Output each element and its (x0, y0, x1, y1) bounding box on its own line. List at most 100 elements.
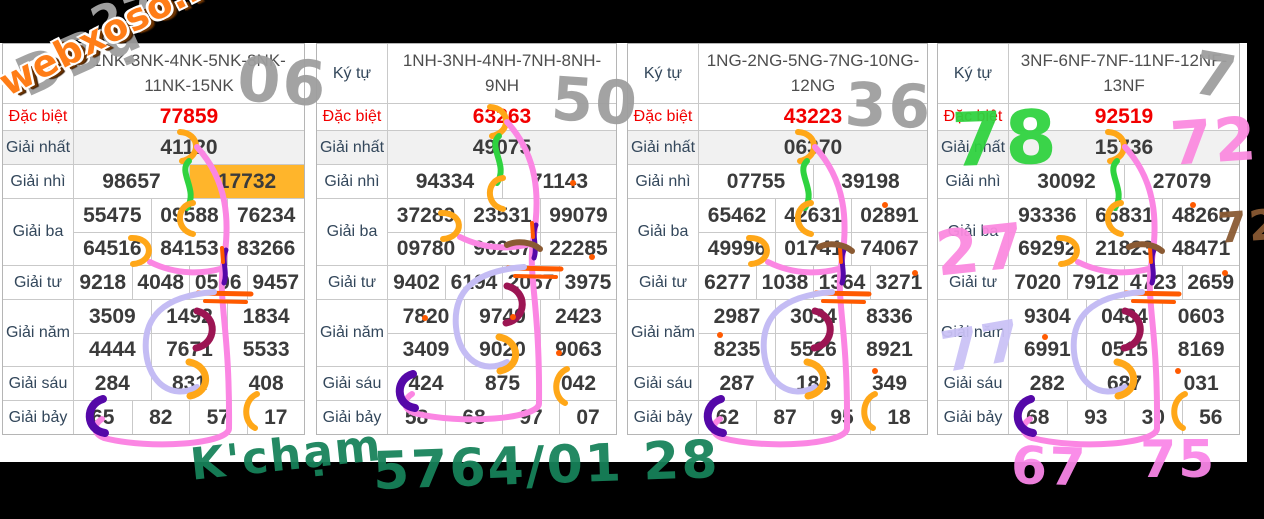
prize-value: 82 (132, 401, 190, 434)
prize-value: 4444 (74, 333, 151, 366)
prize-label: Giải tư (628, 266, 699, 299)
prize-cells: 9433471143 (388, 165, 616, 198)
prize-value: 6194 (445, 266, 502, 299)
prize-label: Đặc biệt (3, 104, 74, 130)
prize-value: 3034 (775, 300, 851, 333)
prize-value: 9749 (464, 300, 540, 333)
handwriting-note: 06 (235, 42, 330, 121)
prize-row: Giải nhì9433471143 (317, 165, 616, 199)
prize-value: 831 (151, 367, 228, 400)
prize-value: 0603 (1162, 300, 1239, 333)
page: Ký tự1NK-3NK-4NK-5NK-8NK-11NK-15NKĐặc bi… (0, 0, 1264, 519)
prize-value: 5533 (227, 333, 304, 366)
prize-label: Giải nhì (3, 165, 74, 198)
prize-value: 23531 (464, 199, 540, 232)
prize-row: Giải năm782097492423340990209063 (317, 300, 616, 367)
prize-cells: 554750958876234645168415383266 (74, 199, 304, 265)
prize-value: 07 (559, 401, 616, 434)
prize-value: 97 (502, 401, 559, 434)
prize-label: Giải sáu (628, 367, 699, 400)
prize-value: 9457 (247, 266, 305, 299)
prize-label: Giải bảy (938, 401, 1009, 434)
prize-cells: 7020791247232659 (1009, 266, 1239, 299)
prize-value: 9402 (388, 266, 445, 299)
prize-value: 74067 (851, 232, 927, 265)
prize-cells: 282687031 (1009, 367, 1239, 400)
prize-value: 07755 (699, 165, 813, 198)
prize-value: 8921 (851, 333, 927, 366)
prize-cells: 65825717 (74, 401, 304, 434)
highlighted-prize-value: 17732 (189, 165, 304, 198)
prize-cells: 58689707 (388, 401, 616, 434)
prize-value: 65462 (699, 199, 775, 232)
prize-value: 76234 (227, 199, 304, 232)
handwriting-note: 72 (1168, 104, 1260, 180)
prize-value: 0515 (1086, 333, 1163, 366)
prize-value: 84153 (151, 232, 228, 265)
prize-row: Giải sáu424875042 (317, 367, 616, 401)
prize-cells: 350914921834444476715533 (74, 300, 304, 366)
handwriting-note: 27 (932, 209, 1029, 291)
prize-value: 1364 (813, 266, 870, 299)
prize-cells: 49075 (388, 131, 616, 164)
prize-value: 9063 (540, 333, 616, 366)
prize-row: Giải bảy65825717 (3, 401, 304, 434)
prize-value: 2659 (1182, 266, 1240, 299)
handwriting-note: 67 (1010, 436, 1088, 499)
prize-label: Giải năm (3, 300, 74, 366)
prize-value: 93 (1067, 401, 1125, 434)
prize-label: Giải sáu (3, 367, 74, 400)
prize-value: 39198 (813, 165, 927, 198)
prize-cells: 930404840603699105158169 (1009, 300, 1239, 366)
prize-value: 1038 (756, 266, 813, 299)
prize-value: 3975 (559, 266, 616, 299)
prize-row: Giải nhì9865717732 (3, 165, 304, 199)
prize-value: 68 (1009, 401, 1067, 434)
prize-row: Giải sáu284831408 (3, 367, 304, 401)
prize-cells: 9865717732 (74, 165, 304, 198)
prize-row: Giải tư9218404805069457 (3, 266, 304, 300)
prize-value: 0506 (189, 266, 247, 299)
prize-cells: 424875042 (388, 367, 616, 400)
prize-value: 42631 (775, 199, 851, 232)
prize-row: Giải năm298730348336823555268921 (628, 300, 927, 367)
prize-value: 7820 (388, 300, 464, 333)
prize-label: Giải nhất (317, 131, 388, 164)
prize-value: 95 (813, 401, 870, 434)
prize-value: 87 (756, 401, 813, 434)
prize-value: 4723 (1124, 266, 1182, 299)
prize-value: 5526 (775, 333, 851, 366)
prize-label: Giải bảy (3, 401, 74, 434)
prize-row: Giải năm350914921834444476715533 (3, 300, 304, 367)
prize-row: Giải nhất41120 (3, 131, 304, 165)
prize-cells: 9402619420573975 (388, 266, 616, 299)
prize-value: 64516 (74, 232, 151, 265)
prize-value: 031 (1162, 367, 1239, 400)
prize-row: Giải nhất49075 (317, 131, 616, 165)
prize-value: 8235 (699, 333, 775, 366)
prize-label: Giải tư (317, 266, 388, 299)
prize-value: 22285 (540, 232, 616, 265)
prize-row: Giải bảy62879518 (628, 401, 927, 434)
prize-cells: 62879518 (699, 401, 927, 434)
prize-cells: 654624263102891499960174174067 (699, 199, 927, 265)
prize-row: Giải ba654624263102891499960174174067 (628, 199, 927, 266)
prize-value: 4048 (132, 266, 190, 299)
prize-label: Giải tư (3, 266, 74, 299)
prize-value: 186 (775, 367, 851, 400)
prize-value: 2987 (699, 300, 775, 333)
prize-label: Giải ba (3, 199, 74, 265)
prize-label: Giải ba (628, 199, 699, 265)
prize-cells: 0775539198 (699, 165, 927, 198)
prize-value: 3509 (74, 300, 151, 333)
prize-value: 49996 (699, 232, 775, 265)
prize-value: 57 (189, 401, 247, 434)
prize-cells: 782097492423340990209063 (388, 300, 616, 366)
prize-value: 9020 (464, 333, 540, 366)
prize-value: 408 (227, 367, 304, 400)
prize-value: 2423 (540, 300, 616, 333)
prize-value: 21823 (1086, 232, 1163, 265)
prize-cells: 9218404805069457 (74, 266, 304, 299)
right-black-bar (1247, 0, 1264, 519)
prize-label: Ký tự (938, 44, 1009, 103)
